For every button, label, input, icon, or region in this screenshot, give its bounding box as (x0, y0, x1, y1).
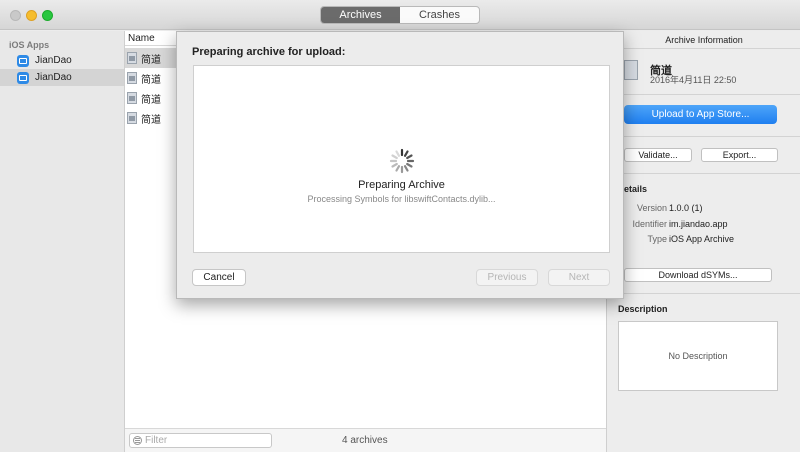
list-item-label: 简道 (141, 114, 161, 126)
list-item-label: 简道 (141, 74, 161, 86)
identifier-value: im.jiandao.app (669, 219, 728, 229)
progress-status: Preparing Archive (358, 179, 445, 191)
archive-icon (127, 72, 137, 84)
cancel-button[interactable]: Cancel (192, 269, 246, 286)
info-panel-title: Archive Information (607, 31, 800, 49)
upload-to-app-store-button[interactable]: Upload to App Store... (624, 105, 777, 124)
divider (619, 94, 800, 95)
divider (619, 173, 800, 174)
list-footer: Filter 4 archives (125, 428, 606, 452)
filter-input[interactable]: Filter (129, 433, 272, 448)
sidebar-item-label: JianDao (35, 55, 72, 66)
archive-icon (127, 92, 137, 104)
minimize-window-button[interactable] (26, 10, 37, 21)
progress-area: Preparing Archive Processing Symbols for… (193, 65, 610, 253)
next-button[interactable]: Next (548, 269, 610, 286)
progress-detail: Processing Symbols for libswiftContacts.… (307, 194, 496, 204)
tab-crashes[interactable]: Crashes (400, 7, 479, 23)
sheet-title: Preparing archive for upload: (192, 46, 346, 58)
list-item-label: 简道 (141, 94, 161, 106)
divider (619, 136, 800, 137)
filter-placeholder: Filter (145, 435, 168, 446)
archive-icon (127, 112, 137, 124)
chat-bubble-app-icon (17, 71, 29, 84)
previous-button[interactable]: Previous (476, 269, 538, 286)
close-window-button[interactable] (10, 10, 21, 21)
sidebar-section-header: iOS Apps (9, 40, 50, 50)
version-value: 1.0.0 (1) (669, 203, 703, 213)
export-button[interactable]: Export... (701, 148, 778, 162)
title-bar: Archives Crashes (0, 0, 800, 30)
sidebar-item-label: JianDao (35, 72, 72, 83)
details-section-title: etails (624, 184, 648, 194)
description-section-title: Description (618, 304, 668, 314)
download-dsyms-button[interactable]: Download dSYMs... (624, 268, 772, 282)
archive-icon (127, 52, 137, 64)
archive-date: 2016年4月11日 22:50 (650, 75, 737, 85)
list-item-label: 简道 (141, 54, 161, 66)
archive-count: 4 archives (342, 435, 388, 446)
archives-crashes-segmented-control: Archives Crashes (320, 6, 480, 24)
chat-bubble-app-icon (17, 54, 29, 67)
upload-sheet: Preparing archive for upload: Preparing … (176, 31, 624, 299)
spinner-icon (389, 148, 415, 174)
type-value: iOS App Archive (669, 234, 735, 244)
description-field[interactable]: No Description (618, 321, 778, 391)
filter-icon (133, 436, 142, 445)
sidebar-item-jiandao-selected[interactable]: JianDao (0, 69, 124, 86)
zoom-window-button[interactable] (42, 10, 53, 21)
sidebar-item-jiandao[interactable]: JianDao (0, 52, 124, 69)
divider (607, 293, 800, 294)
archive-info-panel: Archive Information 简道 2016年4月11日 22:50 … (606, 31, 800, 452)
tab-archives[interactable]: Archives (321, 7, 400, 23)
sidebar: iOS Apps JianDao JianDao (0, 31, 125, 452)
validate-button[interactable]: Validate... (624, 148, 692, 162)
archive-icon (624, 60, 638, 80)
